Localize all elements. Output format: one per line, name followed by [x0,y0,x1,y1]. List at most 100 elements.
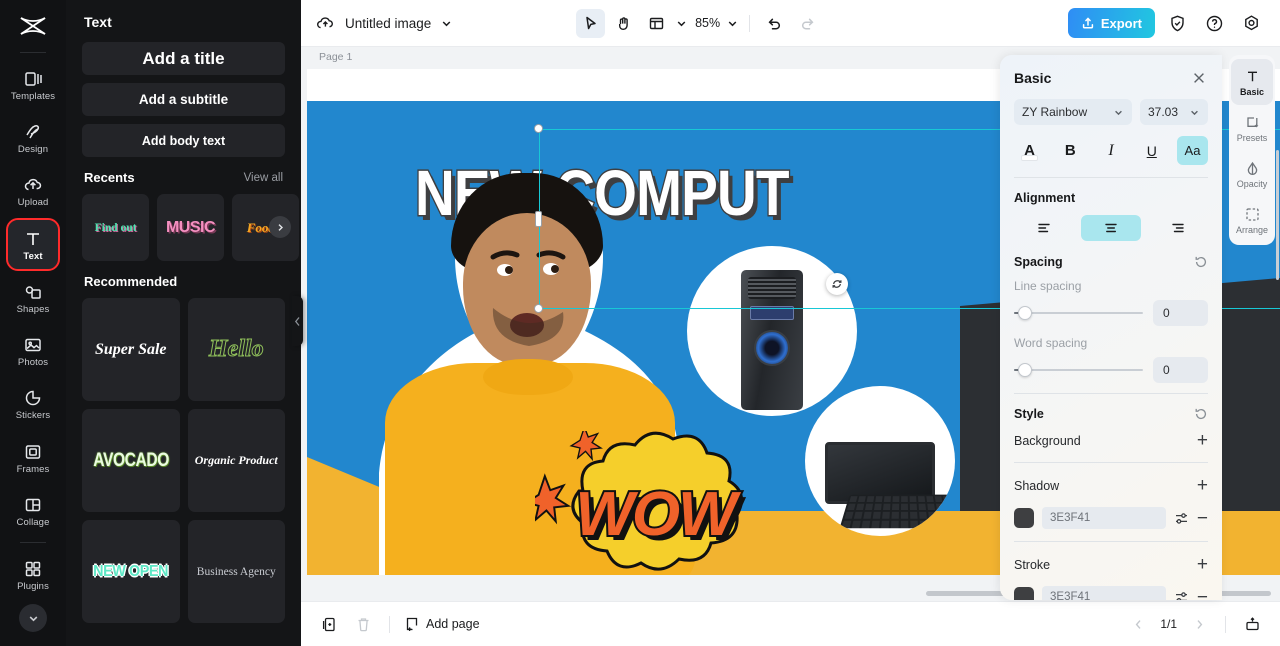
selection-handle-bl[interactable] [534,304,543,313]
sliders-icon[interactable] [1174,590,1189,600]
template-card[interactable]: Business Agency [187,520,285,623]
recents-view-all-link[interactable]: View all [244,172,283,184]
sliders-icon[interactable] [1174,511,1189,526]
format-buttons: A B I U Aa [1014,136,1208,165]
rail-divider [20,51,46,53]
sidebar-item-text[interactable]: Text [6,218,60,272]
properties-header: Basic [1014,55,1208,99]
italic-button[interactable]: I [1096,136,1127,165]
text-color-button[interactable]: A [1014,136,1045,165]
bold-button[interactable]: B [1055,136,1086,165]
prev-page-button[interactable] [1126,612,1150,636]
rail-divider-2 [20,541,46,543]
undo-button[interactable] [760,9,789,38]
template-card[interactable]: NEW OPEN [82,520,180,623]
sidebar-item-templates[interactable]: Templates [8,60,58,109]
line-spacing-value[interactable]: 0 [1153,300,1208,326]
sidebar-label: Plugins [17,581,49,593]
sidebar-label: Upload [17,197,49,209]
sidebar-item-shapes[interactable]: Shapes [8,273,58,322]
align-right-button[interactable] [1147,215,1208,241]
capcut-logo[interactable] [11,10,55,44]
template-card[interactable]: Hello [187,298,285,401]
template-card[interactable]: Super Sale [82,298,180,401]
delete-page-button[interactable] [351,612,375,636]
shield-button[interactable] [1163,9,1192,38]
layout-tool-button[interactable] [642,9,671,38]
close-icon[interactable] [1190,69,1208,87]
plus-icon[interactable]: + [1197,555,1208,574]
plus-icon[interactable]: + [1197,476,1208,495]
underline-button[interactable]: U [1136,136,1167,165]
rotate-handle[interactable] [826,273,848,295]
reset-icon[interactable] [1194,407,1208,421]
font-family-select[interactable]: ZY Rainbow [1014,99,1132,125]
sidebar-item-collage[interactable]: Collage [8,486,58,535]
recent-item[interactable]: MUSIC [157,194,224,261]
shadow-label: Shadow [1014,478,1060,493]
word-spacing-value[interactable]: 0 [1153,357,1208,383]
chevron-down-icon[interactable] [726,17,739,30]
sidebar-item-upload[interactable]: Upload [8,167,58,216]
text-icon [23,229,43,249]
settings-button[interactable] [1237,9,1266,38]
plus-icon[interactable]: + [1197,431,1208,450]
line-spacing-slider[interactable] [1014,306,1143,320]
sidebar-item-frames[interactable]: Frames [8,433,58,482]
align-left-button[interactable] [1014,215,1075,241]
stroke-hex-value[interactable]: 3E3F41 [1042,586,1166,600]
tab-opacity[interactable]: Opacity [1231,151,1273,197]
reset-icon[interactable] [1194,255,1208,269]
panel-collapse-handle[interactable] [292,296,303,346]
present-button[interactable] [1240,612,1264,636]
template-card[interactable]: AVOCADO [82,409,180,512]
minus-icon[interactable]: − [1197,509,1208,528]
recent-item[interactable]: Find out [82,194,149,261]
tab-arrange[interactable]: Arrange [1231,197,1273,243]
stroke-color-swatch[interactable] [1014,587,1034,600]
help-button[interactable] [1200,9,1229,38]
next-page-button[interactable] [1187,612,1211,636]
align-center-button[interactable] [1080,215,1142,241]
shadow-hex-value[interactable]: 3E3F41 [1042,507,1166,529]
shapes-icon [23,282,43,302]
selection-handle-left[interactable] [535,211,542,227]
properties-scrollbar[interactable] [1276,150,1279,280]
hand-tool-button[interactable] [609,9,638,38]
chevron-down-icon[interactable] [675,17,688,30]
word-spacing-slider[interactable] [1014,363,1143,377]
sidebar-item-design[interactable]: Design [8,114,58,163]
text-case-button[interactable]: Aa [1177,136,1208,165]
sidebar-item-plugins[interactable]: Plugins [8,551,58,600]
add-subtitle-button[interactable]: Add a subtitle [82,83,285,116]
word-spacing-label: Word spacing [1014,336,1088,350]
template-card[interactable]: Organic Product [187,409,285,512]
duplicate-page-button[interactable] [317,612,341,636]
chevron-down-icon[interactable] [440,17,453,30]
export-button[interactable]: Export [1067,8,1155,38]
product-circle-tower [687,246,857,416]
add-title-button[interactable]: Add a title [82,42,285,75]
minus-icon[interactable]: − [1197,588,1208,601]
zoom-level[interactable]: 85% [692,16,722,30]
select-tool-button[interactable] [576,8,606,38]
recents-title: Recents [84,170,135,185]
shadow-color-swatch[interactable] [1014,508,1034,528]
add-body-text-button[interactable]: Add body text [82,124,285,157]
tab-presets[interactable]: Presets [1231,105,1273,151]
stickers-icon [23,388,43,408]
wow-badge[interactable]: WOW [535,431,775,575]
chevron-right-icon[interactable] [269,216,291,238]
page-indicator: 1/1 [1160,617,1177,631]
tab-basic[interactable]: Basic [1231,59,1273,105]
sidebar-item-photos[interactable]: Photos [8,327,58,376]
font-size-select[interactable]: 37.03 [1140,99,1208,125]
chevron-down-icon[interactable] [19,604,47,632]
redo-button[interactable] [793,9,822,38]
export-upload-icon [1081,16,1095,30]
selection-handle-tl[interactable] [534,124,543,133]
add-page-button[interactable]: Add page [404,616,480,632]
sidebar-item-stickers[interactable]: Stickers [8,380,58,429]
word-spacing-row: 0 [1014,357,1208,383]
document-title[interactable]: Untitled image [345,16,431,31]
